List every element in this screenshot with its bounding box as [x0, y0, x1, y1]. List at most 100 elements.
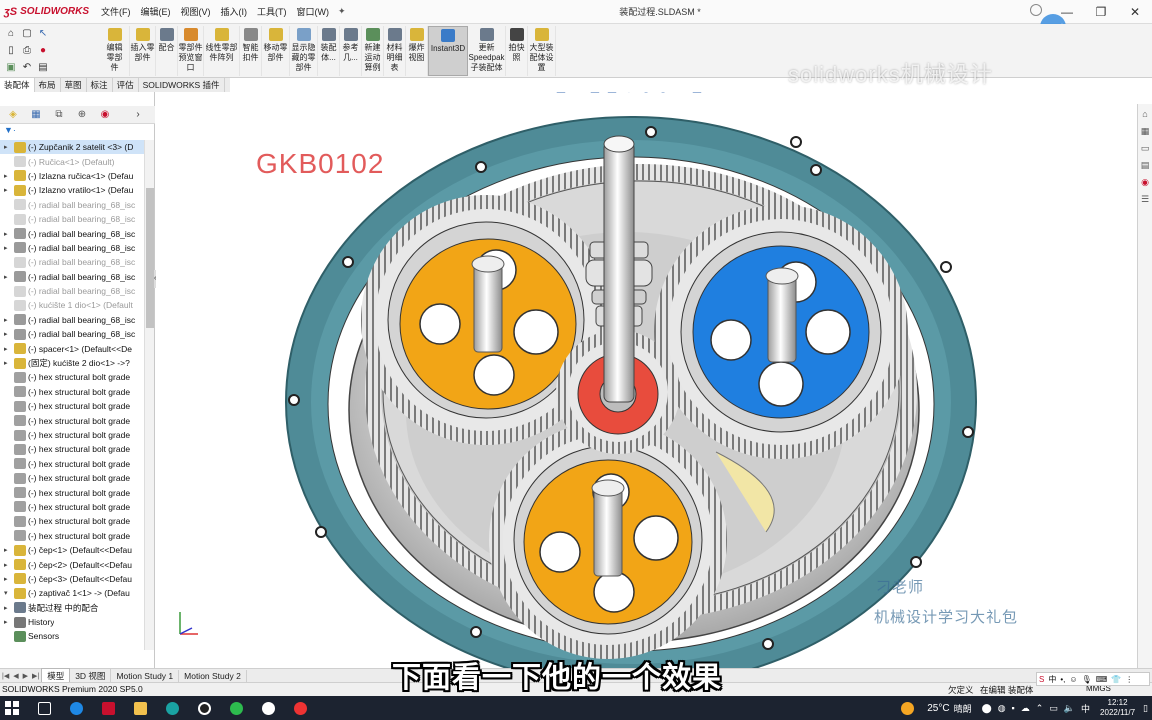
- tree-item[interactable]: (-) radial ball bearing_68_isc: [0, 212, 144, 226]
- options-icon[interactable]: ▤: [36, 62, 50, 74]
- select-arrow-icon[interactable]: ↖: [36, 28, 50, 40]
- tree-item[interactable]: (-) hex structural bolt grade: [0, 500, 144, 514]
- configuration-tab-icon[interactable]: ⧉: [50, 108, 68, 122]
- tree-expand-icon[interactable]: ▸: [4, 359, 14, 367]
- pin-icon[interactable]: ✦: [334, 6, 350, 17]
- last-tab-arrow-icon[interactable]: ▶|: [30, 672, 41, 680]
- undo-icon[interactable]: ↶: [20, 62, 34, 74]
- print-icon[interactable]: ⎙: [20, 45, 34, 57]
- tab-motion-study-2[interactable]: Motion Study 2: [179, 669, 247, 682]
- display-manager-tab-icon[interactable]: ◉: [96, 108, 114, 122]
- tree-item[interactable]: (-) kućište 1 dio<1> (Default: [0, 298, 144, 312]
- tree-item[interactable]: ▸ (-) radial ball bearing_68_isc: [0, 327, 144, 341]
- tree-expand-icon[interactable]: ▸: [4, 244, 14, 252]
- toolbar-button-11[interactable]: 材料 明细 表: [384, 26, 406, 76]
- tree-expand-icon[interactable]: ▸: [4, 316, 14, 324]
- file-explorer-app-icon[interactable]: [128, 698, 152, 718]
- panel-expand-arrow-icon[interactable]: ›: [129, 108, 147, 122]
- next-tab-arrow-icon[interactable]: ▶: [21, 672, 30, 680]
- tab-layout[interactable]: 布局: [35, 78, 61, 92]
- menu-window[interactable]: 窗口(W): [292, 5, 335, 18]
- solidworks-resources-icon[interactable]: ⌂: [1139, 109, 1151, 121]
- tree-expand-icon[interactable]: ▸: [4, 618, 14, 626]
- ime-emoji-icon[interactable]: ☺: [1067, 675, 1079, 684]
- tab-addins[interactable]: SOLIDWORKS 插件: [139, 78, 225, 92]
- tree-item[interactable]: (-) hex structural bolt grade: [0, 514, 144, 528]
- toolbar-button-7[interactable]: 显示隐 藏的零 部件: [290, 26, 318, 76]
- toolbar-button-1[interactable]: 插入零 部件: [130, 26, 156, 76]
- tree-item[interactable]: (-) hex structural bolt grade: [0, 529, 144, 543]
- tree-expand-icon[interactable]: ▸: [4, 143, 14, 151]
- tree-item[interactable]: ▸ (-) Zupčanik 2 satelit <3> (D: [0, 140, 144, 155]
- tree-expand-icon[interactable]: ▸: [4, 230, 14, 238]
- menu-file[interactable]: 文件(F): [96, 5, 136, 18]
- ime-mode-icon[interactable]: 中: [1046, 674, 1058, 685]
- filter-icon[interactable]: ▼·: [0, 125, 16, 137]
- tree-item[interactable]: ▸ (-) spacer<1> (Default<<De: [0, 341, 144, 355]
- ime-menu-icon[interactable]: ⋮: [1123, 675, 1135, 684]
- search-icon[interactable]: [1030, 4, 1042, 16]
- chevron-up-icon[interactable]: ⌃: [1036, 703, 1044, 714]
- tree-item[interactable]: (-) hex structural bolt grade: [0, 413, 144, 427]
- toolbar-button-8[interactable]: 装配 体...: [318, 26, 340, 76]
- tree-expand-icon[interactable]: ▸: [4, 561, 14, 569]
- tree-expand-icon[interactable]: ▸: [4, 575, 14, 583]
- tree-item[interactable]: (-) Ručica<1> (Default): [0, 154, 144, 168]
- sogou-app-icon[interactable]: [64, 698, 88, 718]
- dimxpert-tab-icon[interactable]: ⊕: [73, 108, 91, 122]
- ime-keyboard-icon[interactable]: ⌨: [1094, 675, 1110, 684]
- toolbar-button-6[interactable]: 移动零 部件: [262, 26, 290, 76]
- view-palette-icon[interactable]: ▤: [1139, 160, 1151, 172]
- appearances-icon[interactable]: ◉: [1139, 177, 1151, 189]
- tree-item[interactable]: (-) radial ball bearing_68_isc: [0, 284, 144, 298]
- file-explorer-icon[interactable]: ▭: [1139, 143, 1151, 155]
- tree-item[interactable]: (-) hex structural bolt grade: [0, 485, 144, 499]
- wechat-tray-icon[interactable]: ◍: [998, 703, 1006, 714]
- tab-3d-view[interactable]: 3D 视图: [70, 668, 112, 683]
- menu-insert[interactable]: 插入(I): [216, 5, 253, 18]
- solidworks-app-icon[interactable]: [96, 698, 120, 718]
- tree-item[interactable]: ▾ (-) zaptivač 1<1> -> (Defau: [0, 586, 144, 600]
- toolbar-button-3[interactable]: 零部件 预览窗 口: [178, 26, 204, 76]
- tree-expand-icon[interactable]: ▸: [4, 604, 14, 612]
- edge-app-icon[interactable]: [160, 698, 184, 718]
- tab-markup[interactable]: 标注: [87, 78, 113, 92]
- tray-app-2-icon[interactable]: ▪: [1012, 703, 1015, 713]
- tree-item[interactable]: ▸ (-) čep<2> (Default<<Defau: [0, 557, 144, 571]
- home-icon[interactable]: ⌂: [4, 28, 18, 40]
- task-view-icon[interactable]: [32, 698, 56, 718]
- feature-tree-tab-icon[interactable]: ◈: [4, 108, 22, 122]
- design-library-icon[interactable]: ▦: [1139, 126, 1151, 138]
- tree-item[interactable]: (-) hex structural bolt grade: [0, 457, 144, 471]
- tray-app-icon[interactable]: ⬤: [982, 703, 992, 714]
- tree-item[interactable]: ▸ (-) radial ball bearing_68_isc: [0, 270, 144, 284]
- toolbar-button-15[interactable]: 拍快 照: [506, 26, 528, 76]
- property-manager-tab-icon[interactable]: ▦: [27, 108, 45, 122]
- save-icon[interactable]: ▣: [4, 62, 18, 74]
- tree-expand-icon[interactable]: ▸: [4, 345, 14, 353]
- tree-scrollbar[interactable]: [144, 140, 154, 650]
- tree-item[interactable]: (-) hex structural bolt grade: [0, 471, 144, 485]
- scrollbar-thumb[interactable]: [146, 188, 154, 328]
- tab-sketch[interactable]: 草图: [61, 78, 87, 92]
- tab-assembly[interactable]: 装配体: [0, 78, 35, 92]
- tree-expand-icon[interactable]: ▸: [4, 546, 14, 554]
- clock[interactable]: 12:12 2022/11/7: [1100, 698, 1135, 718]
- tree-item[interactable]: (-) hex structural bolt grade: [0, 442, 144, 456]
- ime-logo-icon[interactable]: S: [1037, 675, 1046, 684]
- tree-item[interactable]: Sensors: [0, 629, 144, 643]
- qq-app-icon[interactable]: [192, 698, 216, 718]
- tree-item[interactable]: (-) radial ball bearing_68_isc: [0, 198, 144, 212]
- graphics-viewport[interactable]: ⊕⌕⟲◧✎◫◩◈◉◍▭▣: [156, 92, 1138, 668]
- tree-item[interactable]: ▸ (-) Izlazno vratilo<1> (Defau: [0, 183, 144, 197]
- toolbar-button-12[interactable]: 爆炸 视图: [406, 26, 428, 76]
- tree-item[interactable]: ▸ (-) čep<3> (Default<<Defau: [0, 572, 144, 586]
- toolbar-button-2[interactable]: 配合: [156, 26, 178, 76]
- ime-skin-icon[interactable]: 👕: [1109, 675, 1123, 684]
- new-file-icon[interactable]: ▢: [20, 28, 34, 40]
- tree-item[interactable]: ▸ (-) radial ball bearing_68_isc: [0, 226, 144, 240]
- toolbar-button-13[interactable]: Instant3D: [428, 26, 468, 76]
- tree-item[interactable]: (-) radial ball bearing_68_isc: [0, 255, 144, 269]
- wechat-app-icon[interactable]: [224, 698, 248, 718]
- toolbar-button-10[interactable]: 新建 运动 算例: [362, 26, 384, 76]
